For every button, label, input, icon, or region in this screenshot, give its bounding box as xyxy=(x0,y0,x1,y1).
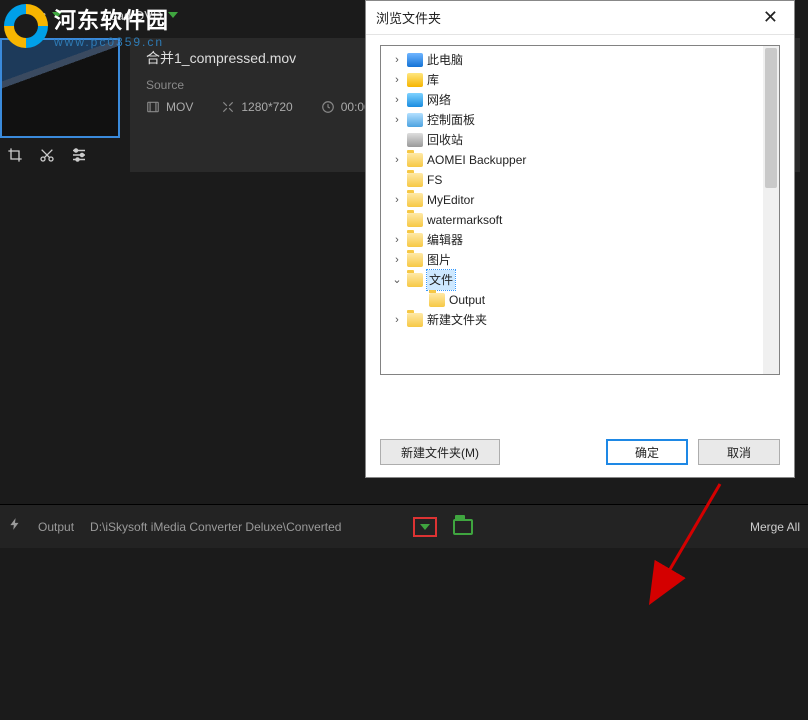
expand-toggle-icon[interactable]: › xyxy=(391,70,403,90)
pc-icon xyxy=(407,53,423,67)
tree-item-label: 控制面板 xyxy=(427,110,475,130)
fold-icon xyxy=(407,213,423,227)
new-folder-button[interactable]: 新建文件夹(M) xyxy=(380,439,500,465)
tree-item-label: 回收站 xyxy=(427,130,463,150)
tree-item[interactable]: › AOMEI Backupper xyxy=(391,150,779,170)
tree-item-label: 库 xyxy=(427,70,439,90)
expand-toggle-icon[interactable]: ⌄ xyxy=(391,270,403,290)
site-watermark: 河东软件园 www.pc0359.cn xyxy=(4,4,204,48)
tree-item[interactable]: › 图片 xyxy=(391,250,779,270)
merge-all-toggle[interactable]: Merge All xyxy=(750,520,800,534)
fold-icon xyxy=(429,293,445,307)
tree-item-label: 新建文件夹 xyxy=(427,310,487,330)
cut-icon[interactable] xyxy=(38,146,56,164)
fold-icon xyxy=(407,193,423,207)
tree-item-label: 编辑器 xyxy=(427,230,463,250)
lib-icon xyxy=(407,73,423,87)
tree-item[interactable]: › 网络 xyxy=(391,90,779,110)
clock-icon xyxy=(321,100,335,114)
tree-item[interactable]: › 此电脑 xyxy=(391,50,779,70)
trash-icon xyxy=(407,133,423,147)
output-label: Output xyxy=(38,520,74,534)
bolt-icon[interactable] xyxy=(8,514,22,539)
tree-item[interactable]: › 控制面板 xyxy=(391,110,779,130)
adjust-icon[interactable] xyxy=(70,146,88,164)
watermark-name: 河东软件园 xyxy=(54,3,169,35)
open-output-folder-button[interactable] xyxy=(453,519,473,535)
ok-button[interactable]: 确定 xyxy=(606,439,688,465)
close-icon[interactable]: ✕ xyxy=(757,7,784,28)
folder-tree[interactable]: ›此电脑›库›网络›控制面板回收站›AOMEI BackupperFS›MyEd… xyxy=(380,45,780,375)
output-path: D:\iSkysoft iMedia Converter Deluxe\Conv… xyxy=(90,520,341,534)
watermark-logo-icon xyxy=(4,4,48,48)
tree-item[interactable]: 回收站 xyxy=(391,130,779,150)
bottom-bar: Output D:\iSkysoft iMedia Converter Delu… xyxy=(0,504,808,548)
expand-toggle-icon[interactable]: › xyxy=(391,310,403,330)
scrollbar-thumb[interactable] xyxy=(765,48,777,188)
tree-item-label: Output xyxy=(449,290,485,310)
dialog-title: 浏览文件夹 xyxy=(376,8,441,27)
fold-icon xyxy=(407,253,423,267)
fold-icon xyxy=(407,273,423,287)
media-resolution: 1280*720 xyxy=(241,100,292,114)
expand-toggle-icon[interactable]: › xyxy=(391,110,403,130)
expand-toggle-icon[interactable]: › xyxy=(391,230,403,250)
tree-item-label: 网络 xyxy=(427,90,451,110)
expand-toggle-icon[interactable]: › xyxy=(391,250,403,270)
tree-item-label: 文件 xyxy=(427,270,455,290)
tree-item[interactable]: Output xyxy=(413,290,779,310)
tree-item[interactable]: ⌄ 文件 xyxy=(391,270,779,290)
fold-icon xyxy=(407,313,423,327)
scrollbar[interactable] xyxy=(763,46,779,374)
video-thumbnail[interactable] xyxy=(0,38,120,138)
tree-item[interactable]: › 编辑器 xyxy=(391,230,779,250)
tree-item-label: FS xyxy=(427,170,442,190)
expand-toggle-icon[interactable]: › xyxy=(391,190,403,210)
ctrl-icon xyxy=(407,113,423,127)
expand-toggle-icon[interactable]: › xyxy=(391,90,403,110)
fold-icon xyxy=(407,173,423,187)
expand-toggle-icon[interactable]: › xyxy=(391,50,403,70)
chevron-down-icon xyxy=(420,524,430,530)
film-icon xyxy=(146,100,160,114)
tree-item[interactable]: ›库 xyxy=(391,70,779,90)
tree-item-label: watermarksoft xyxy=(427,210,502,230)
media-format: MOV xyxy=(166,100,193,114)
tree-item[interactable]: › 新建文件夹 xyxy=(391,310,779,330)
tree-item-label: 图片 xyxy=(427,250,451,270)
tree-item[interactable]: › MyEditor xyxy=(391,190,779,210)
watermark-url: www.pc0359.cn xyxy=(54,35,169,49)
net-icon xyxy=(407,93,423,107)
tree-item-label: AOMEI Backupper xyxy=(427,150,526,170)
tree-item[interactable]: FS xyxy=(391,170,779,190)
crop-icon[interactable] xyxy=(6,146,24,164)
tree-item-label: 此电脑 xyxy=(427,50,463,70)
cancel-button[interactable]: 取消 xyxy=(698,439,780,465)
fold-icon xyxy=(407,153,423,167)
expand-toggle-icon[interactable]: › xyxy=(391,150,403,170)
resolution-icon xyxy=(221,100,235,114)
tree-item-label: MyEditor xyxy=(427,190,474,210)
tree-item[interactable]: watermarksoft xyxy=(391,210,779,230)
output-path-dropdown[interactable] xyxy=(413,517,437,537)
browse-folder-dialog: 浏览文件夹 ✕ ›此电脑›库›网络›控制面板回收站›AOMEI Backuppe… xyxy=(365,0,795,478)
fold-icon xyxy=(407,233,423,247)
